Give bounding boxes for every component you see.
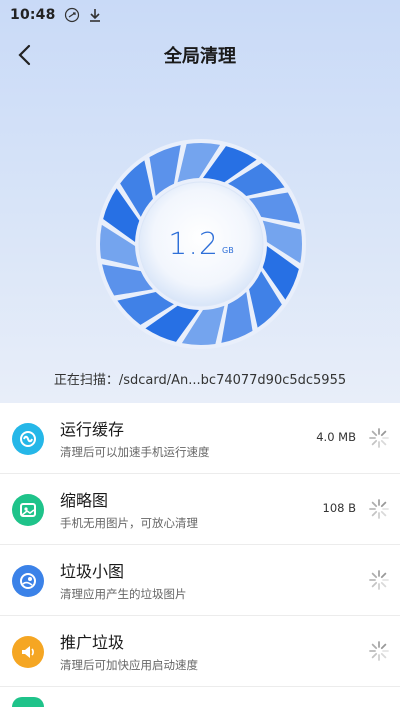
list-item-promo-junk[interactable]: 推广垃圾 清理后可加快应用启动速度 bbox=[0, 616, 400, 687]
junk-image-icon bbox=[12, 565, 44, 597]
back-button[interactable] bbox=[10, 40, 40, 70]
list-item-subtitle: 手机无用图片，可放心清理 bbox=[60, 516, 198, 530]
scan-size-unit: GB bbox=[222, 245, 234, 255]
scan-status-text: 正在扫描：/sdcard/An...bc74077d90c5dc5955 bbox=[53, 373, 347, 388]
sync-status-icon bbox=[64, 7, 80, 23]
list-item-size: 108 B bbox=[322, 501, 357, 515]
download-status-icon bbox=[88, 7, 102, 23]
back-arrow-icon bbox=[18, 44, 31, 66]
list-item-subtitle: 清理后可以加速手机运行速度 bbox=[60, 445, 210, 459]
list-item-title: 运行缓存 bbox=[60, 420, 125, 439]
cleanup-list: 运行缓存 清理后可以加速手机运行速度 4.0 MB 缩略图 手机无用图片，可放心… bbox=[0, 403, 400, 707]
list-item-subtitle: 清理后可加快应用启动速度 bbox=[60, 658, 198, 672]
page-title: 全局清理 bbox=[164, 46, 236, 67]
status-time: 10:48 bbox=[10, 7, 56, 23]
cache-icon bbox=[12, 423, 44, 455]
loading-spinner-icon bbox=[369, 641, 389, 661]
promo-junk-icon bbox=[12, 636, 44, 668]
list-item-junk-images[interactable]: 垃圾小图 清理应用产生的垃圾图片 bbox=[0, 545, 400, 616]
loading-spinner-icon bbox=[369, 499, 389, 519]
list-item-partial[interactable] bbox=[0, 687, 400, 707]
loading-spinner-icon bbox=[369, 570, 389, 590]
header: 全局清理 bbox=[0, 30, 400, 80]
scan-dial: 1.2 GB bbox=[95, 138, 307, 350]
partial-item-icon bbox=[12, 697, 44, 707]
list-item-thumbnail[interactable]: 缩略图 手机无用图片，可放心清理 108 B bbox=[0, 474, 400, 545]
list-item-title: 垃圾小图 bbox=[60, 562, 125, 581]
list-item-title: 缩略图 bbox=[60, 491, 109, 510]
list-item-subtitle: 清理应用产生的垃圾图片 bbox=[60, 587, 187, 601]
dial-center: 1.2 GB bbox=[95, 138, 307, 350]
list-item-title: 推广垃圾 bbox=[60, 633, 125, 652]
list-item-size: 4.0 MB bbox=[316, 430, 356, 444]
thumbnail-icon bbox=[12, 494, 44, 526]
scan-size-value: 1.2 bbox=[168, 226, 220, 262]
loading-spinner-icon bbox=[369, 428, 389, 448]
list-item-cache[interactable]: 运行缓存 清理后可以加速手机运行速度 4.0 MB bbox=[0, 403, 400, 474]
status-bar: 10:48 bbox=[0, 0, 400, 30]
